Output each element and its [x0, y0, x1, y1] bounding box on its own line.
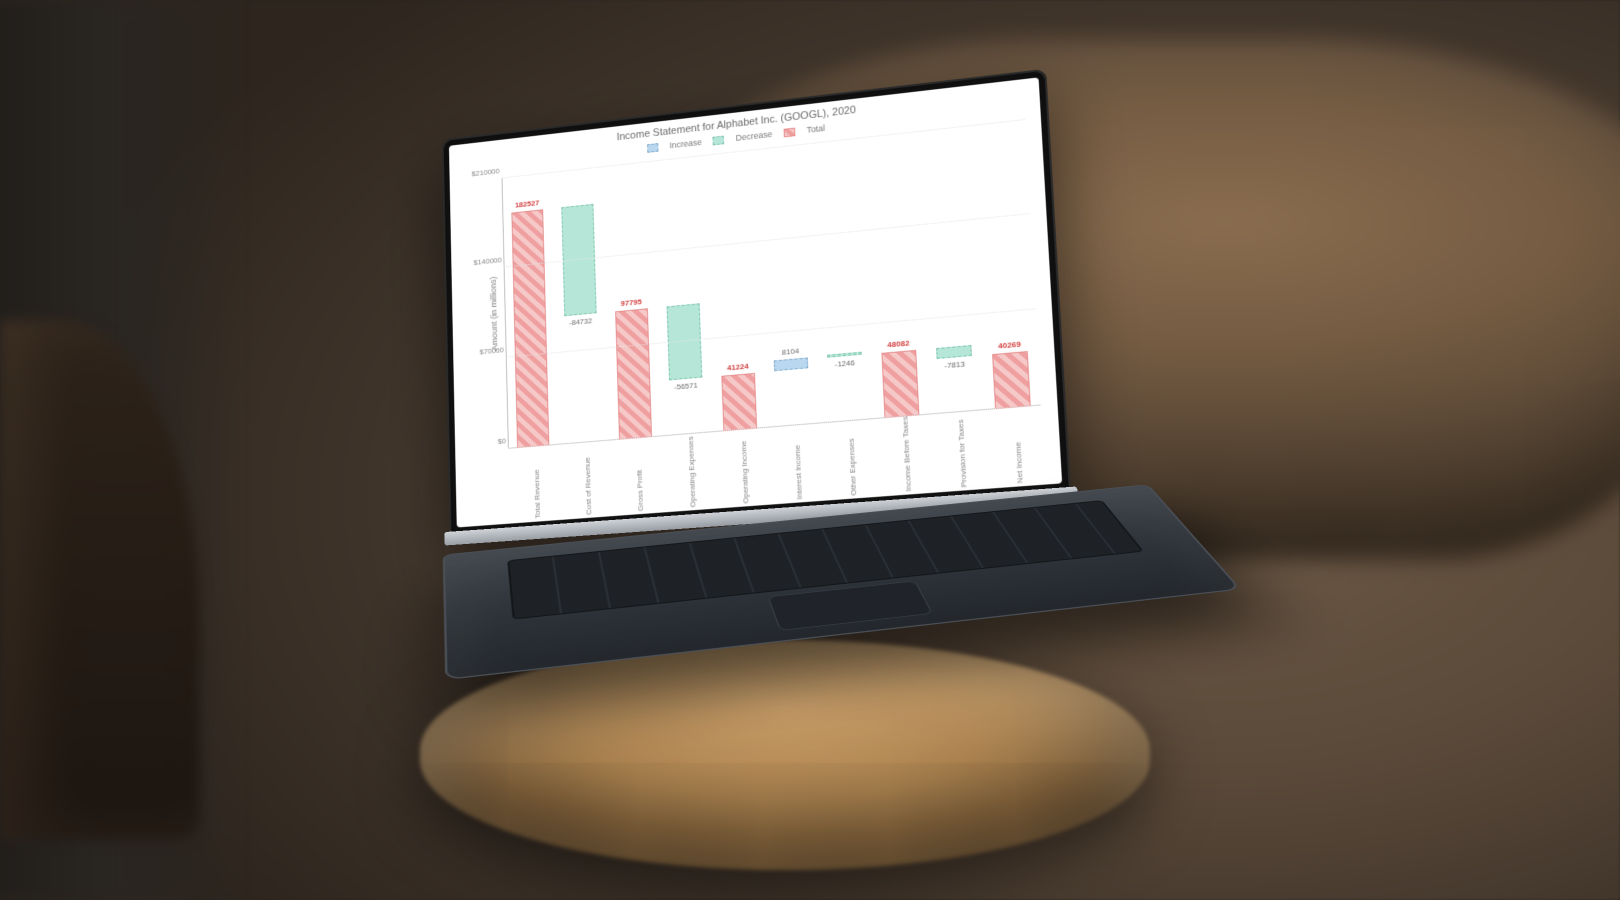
laptop: Income Statement for Alphabet Inc. (GOOG… [380, 70, 1200, 770]
laptop-screen: Income Statement for Alphabet Inc. (GOOG… [449, 77, 1062, 527]
x-category-label: Gross Profit [635, 470, 645, 512]
bar-value-label: 40269 [998, 339, 1021, 350]
bar-value-label: -7813 [944, 359, 965, 370]
bar-total: 97795 [616, 308, 652, 440]
x-category-label: Total Revenue [532, 469, 542, 519]
bar-total: 41224 [722, 373, 757, 431]
waterfall-chart: Income Statement for Alphabet Inc. (GOOG… [449, 77, 1062, 527]
bar-value-label: 182527 [515, 198, 539, 209]
bar-fill [937, 345, 972, 359]
x-category-label: Provision for Taxes [955, 419, 968, 488]
bar-decrease: -1246 [828, 352, 862, 358]
bar-fill [774, 358, 808, 372]
legend-label-decrease: Decrease [736, 129, 773, 143]
bar-fill [828, 352, 862, 358]
bar-value-label: -84732 [569, 316, 592, 327]
bar-value-label: 41224 [727, 362, 749, 373]
bar-total: 48082 [882, 350, 919, 418]
x-category-label: Net Income [1013, 442, 1025, 484]
bar-fill [512, 209, 549, 448]
laptop-bezel: Income Statement for Alphabet Inc. (GOOG… [442, 69, 1072, 542]
legend-label-increase: Increase [669, 137, 702, 150]
bar-total: 182527 [512, 209, 549, 448]
x-category-label: Income Before Taxes [900, 416, 913, 492]
bar-fill [993, 351, 1031, 409]
bar-value-label: -1246 [835, 358, 855, 369]
y-tick-label: $0 [466, 436, 506, 448]
bar-decrease: -7813 [937, 345, 972, 359]
legend-label-total: Total [807, 123, 826, 135]
laptop-screen-wrap: Income Statement for Alphabet Inc. (GOOG… [442, 69, 1072, 542]
plot-area: Amount (in millions) 182527-8473297795-5… [502, 120, 1042, 449]
bar-total: 40269 [993, 351, 1031, 409]
bar-value-label: -56571 [674, 381, 698, 392]
y-tick-label: $70000 [464, 345, 504, 357]
bar-fill [616, 308, 652, 440]
legend-swatch-increase [647, 143, 658, 153]
bar-fill [882, 350, 919, 418]
x-category-label: Cost of Revenue [583, 457, 593, 515]
bar-increase: 8104 [774, 358, 808, 372]
x-category-label: Operating Expenses [686, 436, 697, 508]
x-category-label: Operating Income [739, 441, 750, 504]
legend-swatch-total [784, 127, 796, 137]
bar-fill [722, 373, 757, 431]
x-category-label: Interest Income [792, 445, 803, 500]
legend-swatch-decrease [713, 135, 725, 145]
y-tick-label: $140000 [462, 255, 502, 267]
bar-value-label: 8104 [782, 347, 800, 357]
bar-value-label: 48082 [887, 339, 910, 350]
y-axis-label: Amount (in millions) [488, 276, 499, 351]
x-category-label: Other Expenses [846, 438, 857, 496]
bar-value-label: 97795 [621, 297, 642, 308]
